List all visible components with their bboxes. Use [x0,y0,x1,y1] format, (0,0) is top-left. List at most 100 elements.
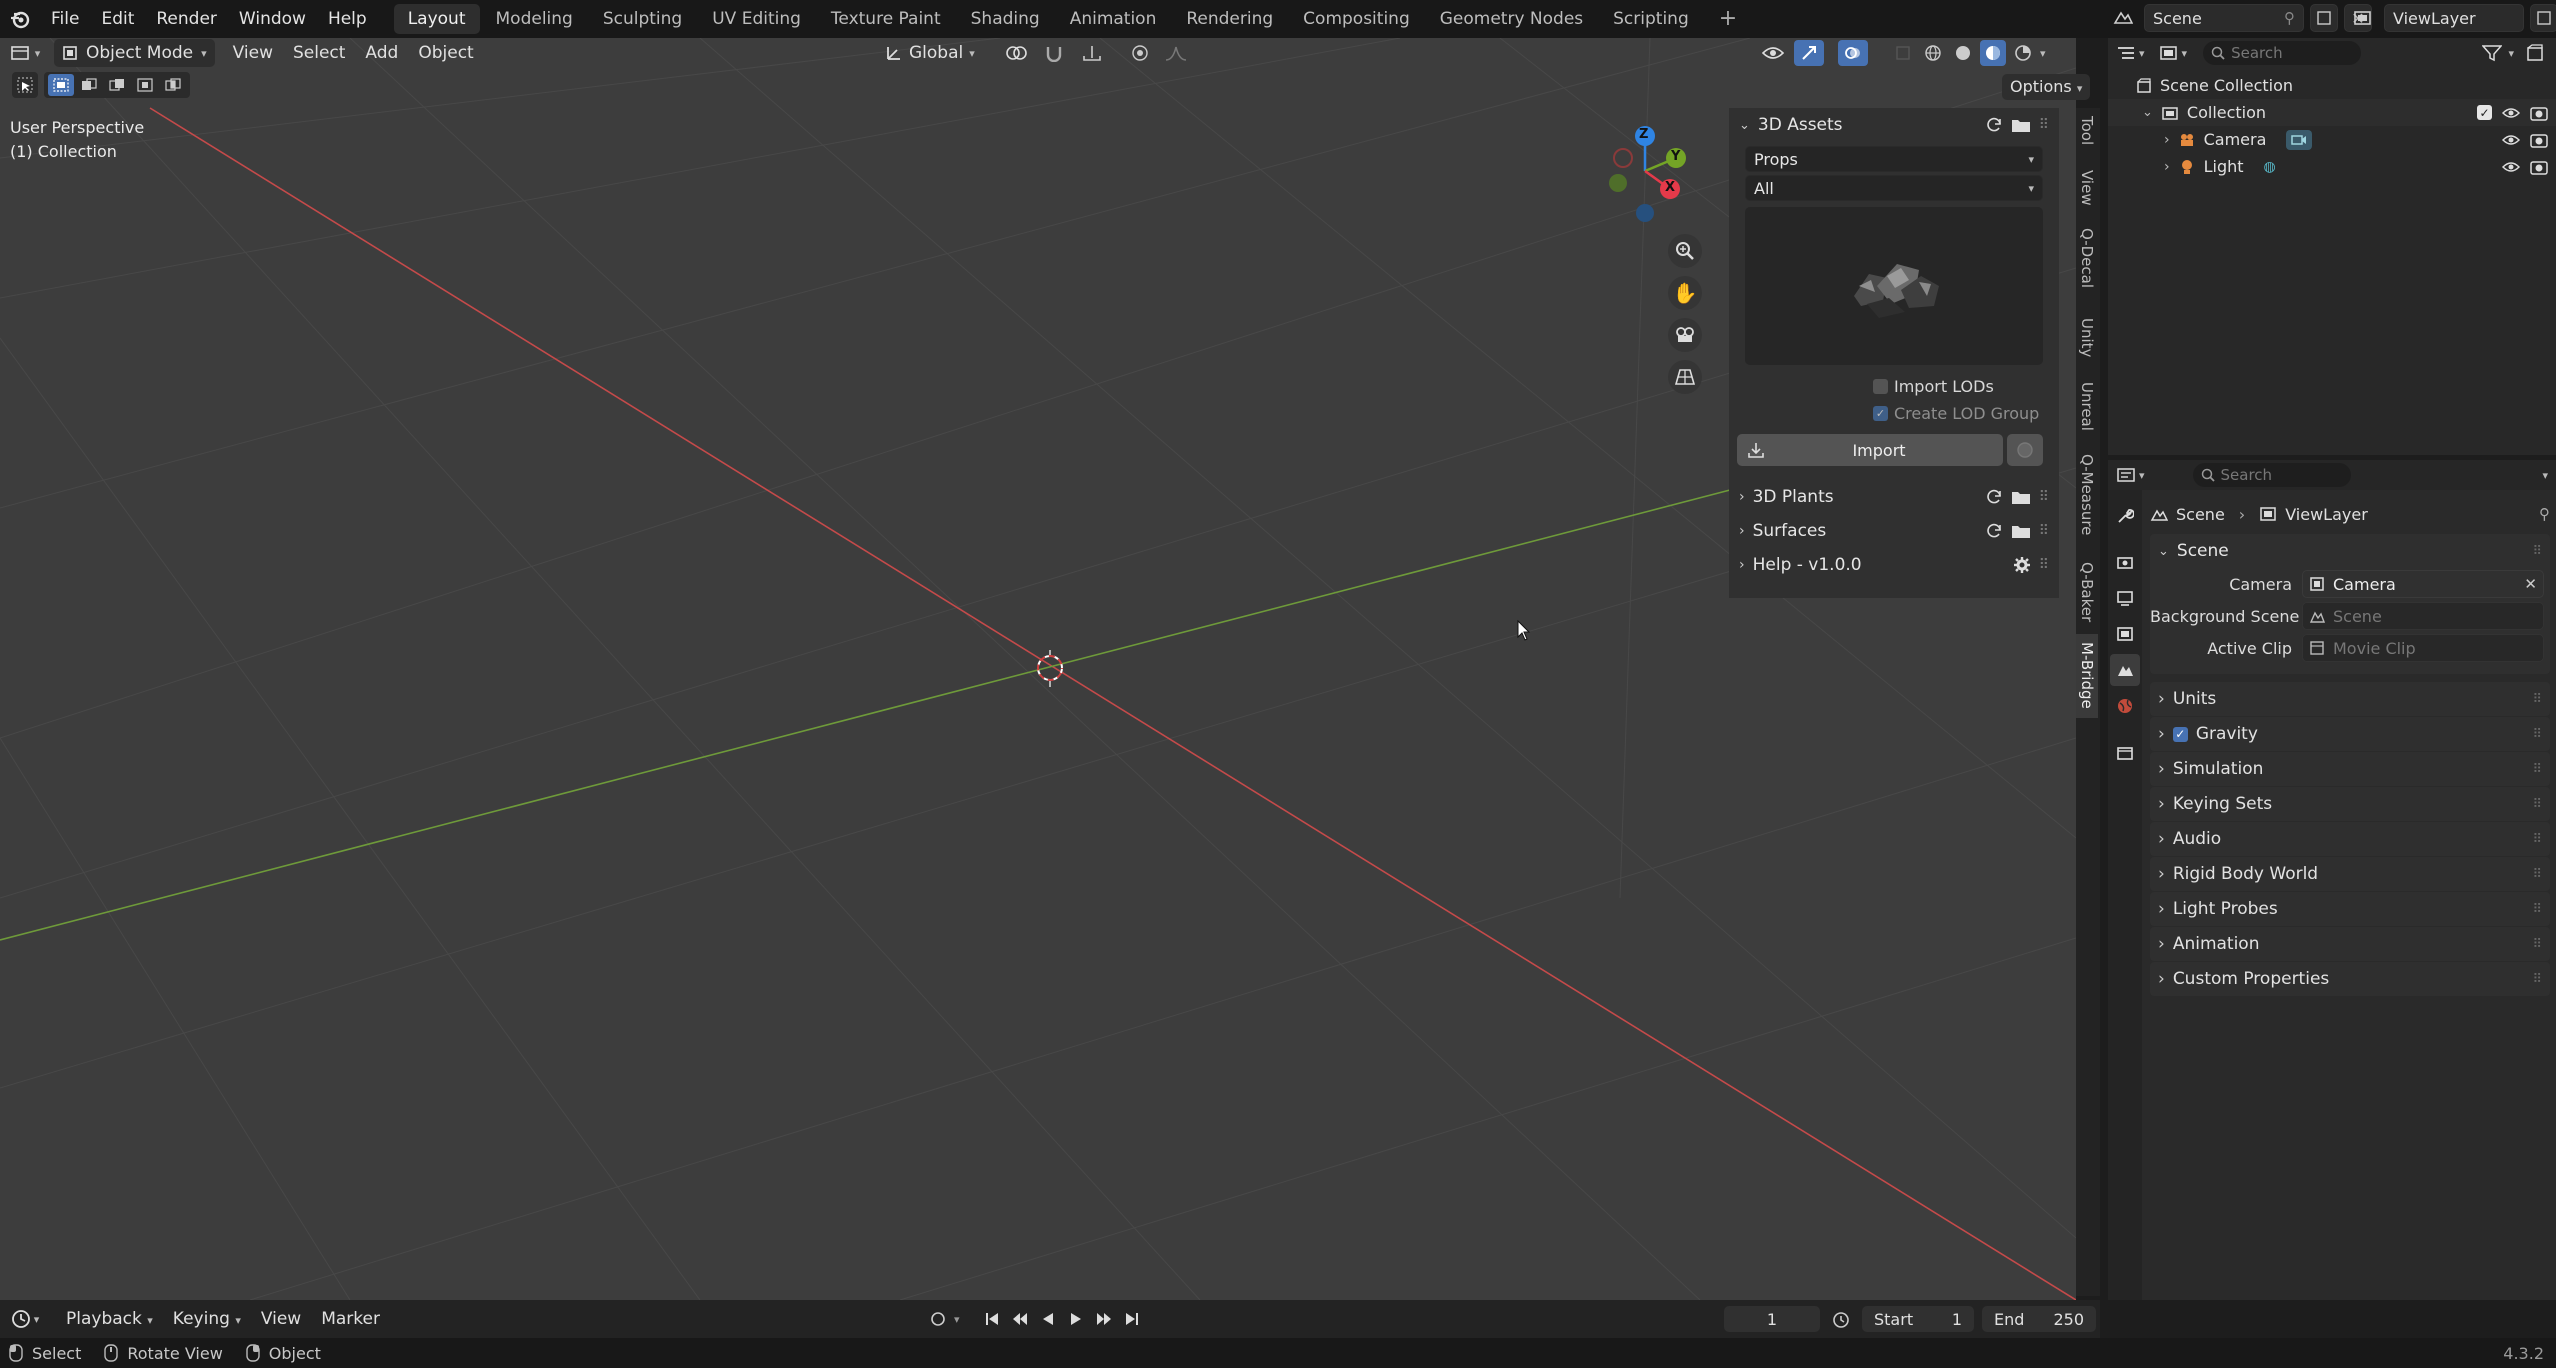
gizmo-toggle-icon[interactable] [1794,40,1824,66]
timeline-view-menu[interactable]: View [251,1306,311,1332]
pin-icon[interactable]: ⚲ [2284,9,2295,27]
view-layer-field[interactable]: ViewLayer [2384,4,2524,32]
render-camera-icon[interactable] [2530,159,2548,175]
active-clip-field[interactable]: Movie Clip [2302,634,2544,662]
drag-handle-icon[interactable]: ⠿ [2532,544,2542,559]
outliner-row-camera[interactable]: › Camera [2108,126,2556,153]
tab-view[interactable]: View [2076,162,2098,220]
blender-logo-icon[interactable] [0,0,40,38]
clear-camera-icon[interactable]: ✕ [2524,575,2537,593]
custom-properties-panel[interactable]: › Custom Properties ⠿ [2150,962,2550,996]
gravity-panel[interactable]: › ✓ Gravity ⠿ [2150,717,2550,751]
create-lod-group-check[interactable]: ✓ [1873,405,1888,421]
chevron-right-icon[interactable]: › [2164,132,2170,148]
current-frame-field[interactable]: 1 [1724,1306,1820,1332]
menu-render[interactable]: Render [145,0,228,38]
tab-texture-paint[interactable]: Texture Paint [817,4,955,34]
menu-help[interactable]: Help [317,0,378,38]
preview-range-icon[interactable] [1828,1306,1854,1332]
zoom-icon[interactable] [1668,234,1702,268]
light-data-icon[interactable]: ◍ [2264,159,2276,175]
drag-handle-icon[interactable]: ⠿ [2532,867,2542,882]
scene-name-field[interactable]: Scene ⚲ [2144,4,2304,32]
breadcrumb-view-layer[interactable]: ViewLayer [2285,505,2368,524]
tab-q-decal[interactable]: Q-Decal [2076,220,2098,310]
orientation-dropdown[interactable]: Global ▾ [885,40,975,66]
gravity-checkbox[interactable]: ✓ [2172,726,2188,742]
tab-rendering[interactable]: Rendering [1172,4,1287,34]
rendered-shading-icon[interactable] [2010,40,2036,66]
world-icon[interactable] [2111,690,2139,722]
view-menu[interactable]: View [223,40,283,66]
playback-menu[interactable]: Playback ▾ [56,1306,163,1332]
folder-icon[interactable] [2011,523,2031,539]
view-layer-tab-icon[interactable] [2111,618,2139,650]
folder-icon[interactable] [2011,117,2031,133]
outliner-search-input[interactable]: Search [2203,41,2362,65]
refresh-icon[interactable] [1985,522,2003,540]
solid-shading-icon[interactable] [1950,40,1976,66]
exclude-checkbox[interactable]: ✓ [2477,105,2492,120]
visibility-icon[interactable] [1756,40,1790,66]
play-reverse-icon[interactable] [1036,1306,1060,1332]
material-shading-icon[interactable] [1980,40,2006,66]
keying-menu[interactable]: Keying ▾ [163,1306,251,1332]
gear-icon[interactable] [2013,556,2031,574]
properties-editor-type[interactable]: ▾ [2116,467,2145,483]
light-probes-panel[interactable]: › Light Probes ⠿ [2150,892,2550,926]
add-workspace-icon[interactable]: + [1705,4,1751,34]
tab-m-bridge[interactable]: M-Bridge [2076,634,2098,718]
create-lod-group-checkbox[interactable]: ✓ Create LOD Group [1873,402,2059,424]
chevron-down-icon[interactable]: ⌄ [2142,105,2153,120]
tab-unreal[interactable]: Unreal [2076,374,2098,446]
import-settings-icon[interactable] [2007,434,2043,466]
shading-dropdown-icon[interactable]: ▾ [2040,47,2046,60]
refresh-icon[interactable] [1985,116,2003,134]
select-intersect-icon[interactable] [160,74,186,96]
prev-keyframe-icon[interactable] [1008,1306,1032,1332]
select-invert-icon[interactable] [132,74,158,96]
surfaces-header[interactable]: › Surfaces ⠿ [1729,514,2059,548]
import-button[interactable]: Import [1737,434,2003,466]
eye-icon[interactable] [2502,106,2520,120]
drag-handle-icon[interactable]: ⠿ [2532,832,2542,847]
camera-field[interactable]: Camera ✕ [2302,570,2544,598]
chevron-right-icon[interactable]: › [2164,159,2170,175]
audio-panel[interactable]: › Audio ⠿ [2150,822,2550,856]
select-subtract-icon[interactable] [104,74,130,96]
new-collection-icon[interactable] [2522,41,2548,65]
filter-dropdown[interactable]: All ▾ [1745,175,2043,201]
filter-dropdown[interactable]: ▾ [2482,44,2514,62]
simulation-panel[interactable]: › Simulation ⠿ [2150,752,2550,786]
select-menu[interactable]: Select [283,40,355,66]
drag-handle-icon[interactable]: ⠿ [2039,557,2049,573]
3d-plants-header[interactable]: › 3D Plants ⠿ [1729,480,2059,514]
camera-view-icon[interactable] [1668,318,1702,352]
tab-q-measure[interactable]: Q-Measure [2076,446,2098,554]
snap-target-icon[interactable] [1075,40,1109,66]
render-camera-icon[interactable] [2530,132,2548,148]
menu-file[interactable]: File [40,0,90,38]
rigid-body-world-panel[interactable]: › Rigid Body World ⠿ [2150,857,2550,891]
outliner-row-scene-collection[interactable]: Scene Collection [2108,72,2556,99]
timeline-editor-type[interactable]: ▾ [0,1300,50,1338]
jump-start-icon[interactable] [980,1306,1004,1332]
drag-handle-icon[interactable]: ⠿ [2532,972,2542,987]
collection-tab-icon[interactable] [2111,736,2139,768]
outliner-row-collection[interactable]: ⌄ Collection ✓ [2108,99,2556,126]
mode-dropdown[interactable]: Object Mode ▾ [54,39,215,67]
drag-handle-icon[interactable]: ⠿ [2039,523,2049,539]
auto-keying-icon[interactable] [926,1306,950,1332]
next-keyframe-icon[interactable] [1092,1306,1116,1332]
import-lods-check[interactable] [1873,378,1888,394]
proportional-editing-icon[interactable] [1127,40,1153,66]
menu-edit[interactable]: Edit [90,0,145,38]
view-layer-icon[interactable] [2348,4,2378,32]
breadcrumb-scene[interactable]: Scene [2176,505,2225,524]
tab-geometry-nodes[interactable]: Geometry Nodes [1426,4,1597,34]
3d-assets-header[interactable]: ⌄ 3D Assets ⠿ [1729,108,2059,142]
render-camera-icon[interactable] [2530,105,2548,121]
tab-animation[interactable]: Animation [1056,4,1171,34]
tab-tool[interactable]: Tool [2076,108,2098,162]
pin-icon[interactable]: ⚲ [2539,505,2550,523]
